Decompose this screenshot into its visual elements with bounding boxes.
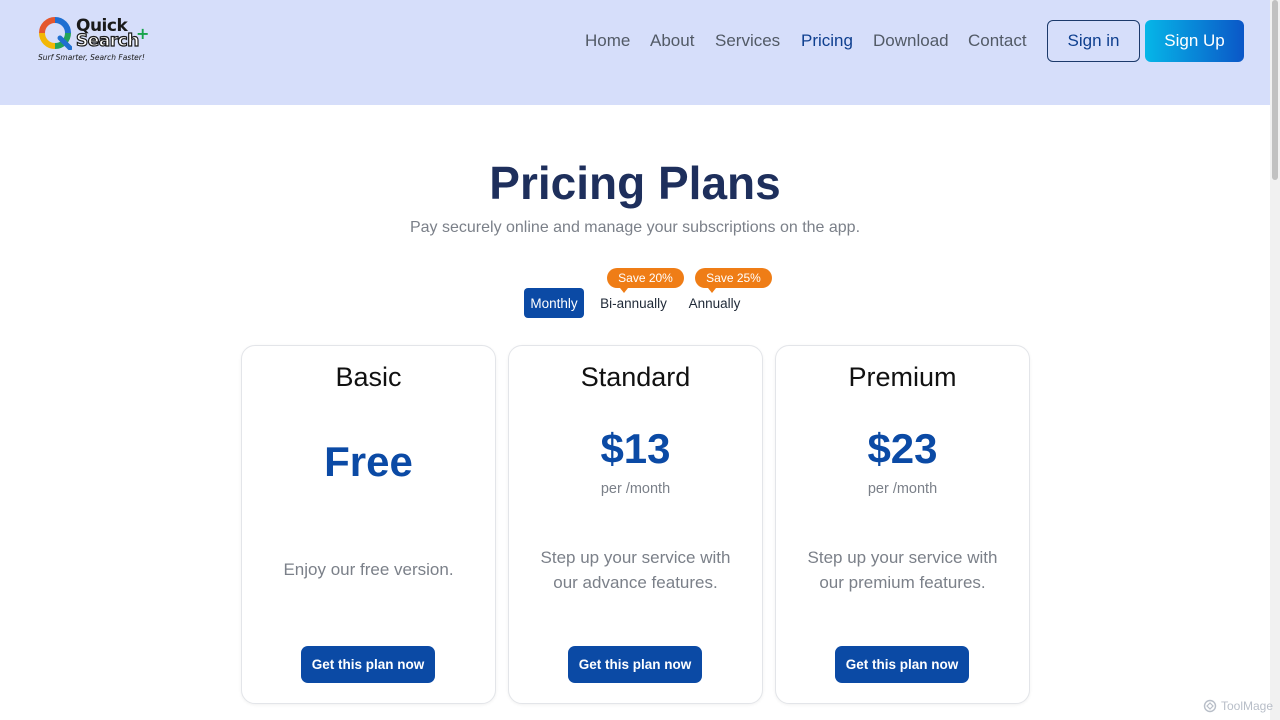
get-plan-button[interactable]: Get this plan now (301, 646, 435, 683)
billing-monthly-toggle[interactable]: Monthly (524, 288, 584, 318)
plan-period: per /month (600, 481, 671, 497)
brand-logo[interactable]: Quick Search + Surf Smarter, Search Fast… (38, 16, 150, 66)
sign-in-button[interactable]: Sign in (1047, 20, 1140, 62)
brand-name-line2: Search (75, 31, 140, 51)
page-scrollbar[interactable] (1270, 0, 1280, 720)
brand-tagline: Surf Smarter, Search Faster! (38, 53, 145, 62)
nav-pricing[interactable]: Pricing (801, 31, 853, 51)
brand-plus: + (136, 24, 150, 43)
save-25-badge: Save 25% (695, 268, 772, 293)
watermark-text: ToolMage (1221, 699, 1274, 713)
plan-description: Step up your service with our premium fe… (807, 548, 998, 592)
toolmage-icon (1203, 699, 1217, 713)
quick-search-logo-icon (39, 17, 72, 50)
plan-period: per /month (867, 481, 938, 497)
page-title: Pricing Plans (489, 157, 781, 209)
nav-home[interactable]: Home (585, 31, 630, 51)
plan-name: Basic (335, 362, 402, 392)
nav-about[interactable]: About (650, 31, 694, 51)
plan-price: $23 (867, 425, 938, 472)
site-header: Quick Search + Surf Smarter, Search Fast… (0, 0, 1270, 105)
plan-card-premium: Premium $23 per /month Step up your serv… (775, 345, 1030, 704)
nav-download[interactable]: Download (873, 31, 949, 51)
scrollbar-thumb[interactable] (1272, 0, 1278, 180)
get-plan-button[interactable]: Get this plan now (568, 646, 702, 683)
get-plan-button[interactable]: Get this plan now (835, 646, 969, 683)
save-20-badge: Save 20% (607, 268, 684, 293)
plan-name: Standard (580, 362, 691, 392)
plan-description: Enjoy our free version. (283, 560, 454, 579)
plan-price: Free (324, 438, 413, 485)
billing-biannually-toggle[interactable]: Bi-annually (592, 288, 675, 318)
nav-services[interactable]: Services (715, 31, 780, 51)
nav-contact[interactable]: Contact (968, 31, 1027, 51)
plan-price: $13 (600, 425, 671, 472)
plan-description: Step up your service with our advance fe… (540, 548, 731, 592)
plan-name: Premium (848, 362, 957, 392)
plan-card-standard: Standard $13 per /month Step up your ser… (508, 345, 763, 704)
plan-card-basic: Basic Free Enjoy our free version. Get t… (241, 345, 496, 704)
watermark: ToolMage (1203, 699, 1273, 713)
page-subtitle: Pay securely online and manage your subs… (409, 219, 861, 236)
billing-annually-toggle[interactable]: Annually (683, 288, 746, 318)
sign-up-button[interactable]: Sign Up (1145, 20, 1244, 62)
